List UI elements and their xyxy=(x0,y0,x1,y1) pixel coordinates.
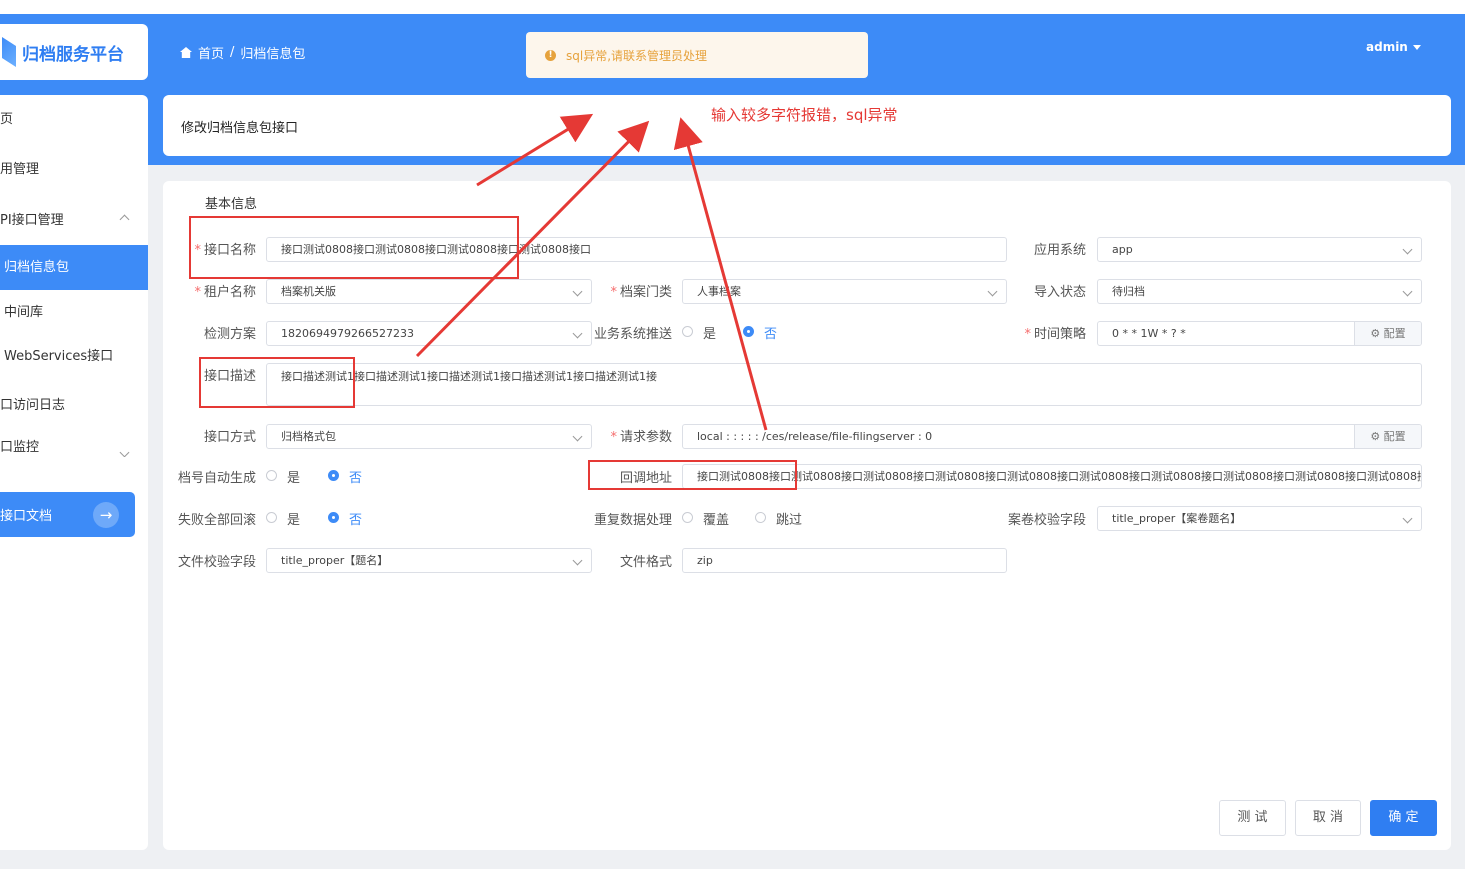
arrow-line-2 xyxy=(415,120,650,358)
arrow-line-3 xyxy=(673,117,768,431)
arrow-line-1 xyxy=(476,113,594,187)
annotation-arrows xyxy=(415,113,768,431)
